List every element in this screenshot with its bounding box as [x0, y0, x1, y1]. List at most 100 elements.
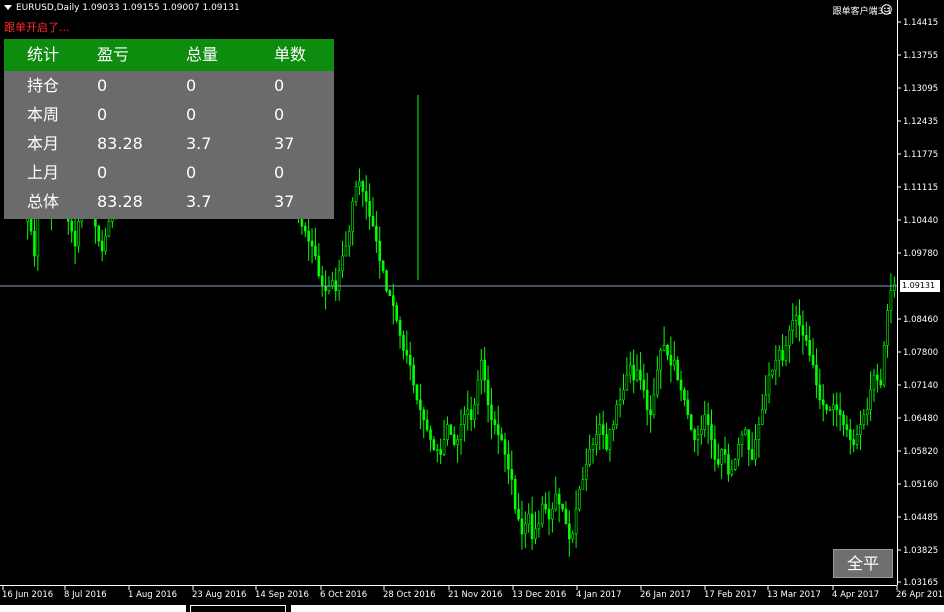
candle-body — [388, 290, 392, 296]
candle-body — [659, 349, 663, 371]
candle-body — [310, 240, 314, 247]
x-tick-label: 28 Oct 2016 — [383, 590, 436, 600]
stats-row-last-month: 上月 0 0 0 — [4, 158, 334, 187]
candle-body — [320, 275, 324, 287]
x-tick-label: 13 Dec 2016 — [512, 590, 566, 600]
candle-body — [480, 359, 483, 381]
row-label: 上月 — [27, 163, 60, 182]
row-orders: 0 — [274, 105, 285, 124]
candle-body — [405, 349, 409, 356]
candle-body — [456, 439, 459, 445]
menu-arrow-icon[interactable] — [4, 5, 12, 10]
chart-tab-1[interactable] — [0, 605, 186, 612]
candle-body — [425, 419, 429, 430]
y-tick-label: 1.05160 — [903, 480, 938, 490]
candle-body — [540, 503, 544, 525]
candle-body — [469, 409, 473, 421]
candle-body — [733, 459, 737, 470]
candle-body — [706, 414, 710, 425]
candle-body — [402, 335, 405, 351]
row-orders: 0 — [274, 163, 285, 182]
y-tick-label: 1.03825 — [903, 546, 938, 556]
candle-body — [107, 220, 111, 237]
y-tick-label: 1.06480 — [903, 414, 938, 424]
candle-body — [689, 414, 693, 430]
candle-body — [564, 508, 568, 525]
candle-body — [801, 325, 805, 336]
candle-body — [568, 523, 571, 540]
y-tick-label: 1.09780 — [903, 249, 938, 259]
candle-body — [584, 464, 588, 480]
stats-row-this-week: 本周 0 0 0 — [4, 100, 334, 129]
candle-body — [832, 404, 835, 411]
candle-body — [744, 429, 747, 435]
row-volume: 0 — [186, 105, 197, 124]
candle-body — [385, 270, 388, 292]
candle-body — [378, 240, 382, 262]
candle-body — [601, 424, 605, 435]
x-tick-label: 8 Jul 2016 — [64, 590, 107, 600]
candle-body — [767, 374, 771, 396]
candle-body — [351, 201, 354, 232]
candle-body — [419, 399, 422, 411]
candle-body — [713, 439, 717, 460]
candle-body — [554, 493, 558, 510]
x-tick-label: 17 Feb 2017 — [704, 590, 757, 600]
x-tick-label: 6 Oct 2016 — [320, 590, 367, 600]
header-volume: 总量 — [186, 45, 219, 64]
candle-body — [364, 191, 368, 202]
chart-tab-2[interactable] — [190, 605, 286, 612]
row-orders: 0 — [274, 76, 285, 95]
candle-body — [33, 230, 36, 257]
candle-body — [500, 434, 503, 440]
candle-body — [845, 424, 849, 430]
x-tick-label: 14 Sep 2016 — [255, 590, 309, 600]
candle-body — [777, 349, 781, 361]
candle-body — [869, 389, 872, 411]
candle-body — [439, 449, 442, 455]
candle-body — [716, 459, 720, 465]
ea-smiley-icon — [881, 4, 892, 15]
current-price-tag: 1.09131 — [900, 280, 940, 292]
header-orders: 单数 — [274, 45, 307, 64]
candle-body — [737, 444, 740, 460]
row-label: 总体 — [27, 192, 60, 211]
candle-body — [848, 429, 852, 440]
candle-body — [605, 434, 608, 450]
candle-body — [70, 220, 74, 232]
candle-body — [608, 429, 612, 450]
candle-body — [527, 513, 531, 525]
candle-body — [341, 255, 344, 272]
candle-body — [828, 409, 832, 412]
x-tick-label: 23 Aug 2016 — [192, 590, 246, 600]
x-tick-label: 26 Apr 2017 — [896, 590, 944, 600]
y-tick-label: 1.11115 — [903, 183, 938, 193]
candle-body — [865, 409, 869, 416]
candle-body — [893, 283, 896, 292]
candle-body — [314, 245, 317, 257]
chart-tab-3[interactable] — [291, 605, 944, 612]
candle-body — [73, 230, 77, 247]
candle-body — [503, 439, 507, 455]
copy-status-text: 跟单开启了... — [4, 21, 70, 34]
close-all-button[interactable]: 全平 — [833, 549, 893, 578]
candle-body — [331, 280, 334, 287]
candle-body — [466, 409, 470, 416]
row-label: 本周 — [27, 105, 60, 124]
candle-body — [679, 379, 683, 391]
row-volume: 3.7 — [186, 134, 212, 153]
x-tick-label: 1 Aug 2016 — [128, 590, 177, 600]
candle-body — [429, 429, 432, 440]
candle-body — [449, 424, 453, 435]
chart-window[interactable]: 1.14415 1.13755 1.13095 1.12435 1.11775 1.111… — [0, 0, 944, 612]
candle-body — [354, 186, 358, 202]
candle-body — [750, 449, 754, 460]
header-stat: 统计 — [27, 45, 60, 64]
candle-body — [347, 230, 351, 247]
candle-body — [537, 523, 541, 530]
candle-body — [97, 225, 101, 242]
candle-body — [740, 434, 744, 445]
candle-body — [862, 414, 866, 425]
x-tick-label: 16 Jun 2016 — [2, 590, 53, 600]
y-tick-label: 1.13095 — [903, 84, 938, 94]
